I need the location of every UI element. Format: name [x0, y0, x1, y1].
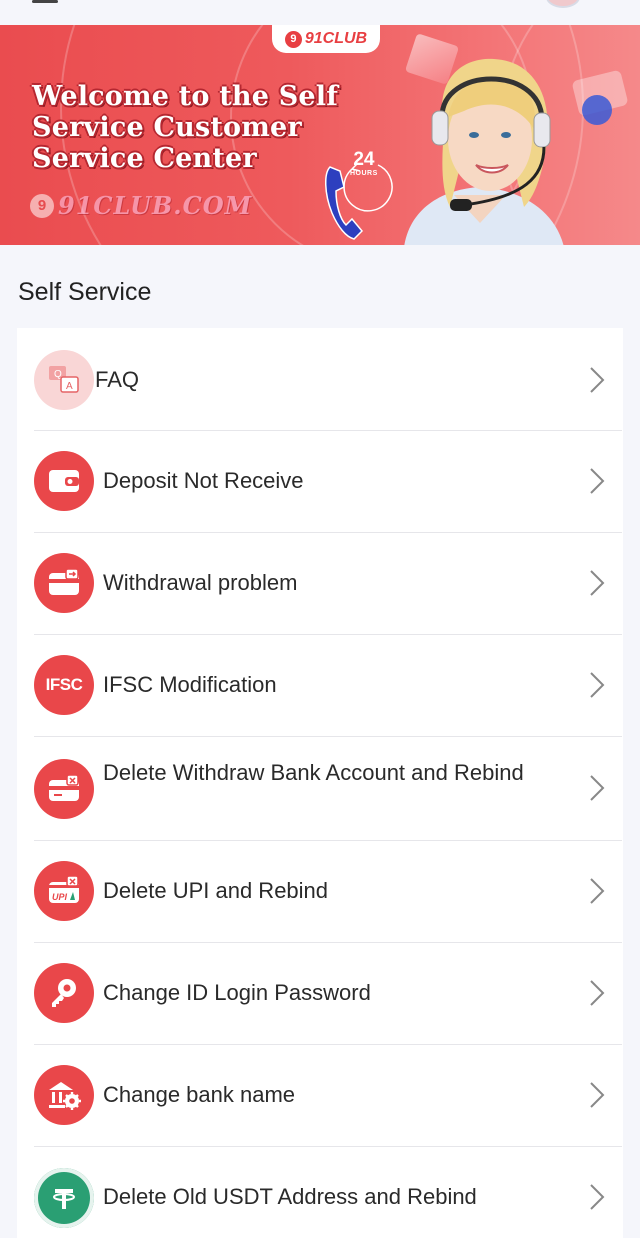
ifsc-icon: IFSC [34, 655, 94, 715]
list-item-delete-usdt[interactable]: Delete Old USDT Address and Rebind [34, 1146, 622, 1238]
list-item-label: Withdrawal problem [103, 570, 298, 595]
domain-watermark: 9 91CLUB.COM [30, 191, 252, 220]
list-item-withdrawal[interactable]: Withdrawal problem [34, 532, 622, 635]
chevron-right-icon[interactable] [586, 773, 608, 803]
wallet-icon [34, 451, 94, 511]
chevron-right-icon[interactable] [586, 670, 608, 700]
chevron-right-icon[interactable] [586, 1080, 608, 1110]
chevron-right-icon[interactable] [586, 568, 608, 598]
list-item-label: Change ID Login Password [103, 980, 371, 1005]
support-agent-image [404, 58, 564, 245]
list-item-deposit[interactable]: Deposit Not Receive [34, 430, 622, 533]
list-item-label: Delete Withdraw Bank Account and Rebind [103, 760, 524, 785]
decorative-ball [582, 95, 612, 125]
banner-title-line: Service Customer [32, 112, 302, 143]
menu-icon[interactable] [32, 0, 58, 3]
list-item-change-password[interactable]: Change ID Login Password [34, 942, 622, 1045]
card-arrow-icon [34, 553, 94, 613]
list-item-change-bank-name[interactable]: Change bank name [34, 1044, 622, 1147]
chevron-right-icon[interactable] [586, 1182, 608, 1212]
upi-delete-icon: UPI [34, 861, 94, 921]
chevron-right-icon[interactable] [586, 978, 608, 1008]
list-item-delete-bank[interactable]: Delete Withdraw Bank Account and Rebind [34, 736, 622, 841]
avatar[interactable] [546, 0, 580, 8]
key-icon [34, 963, 94, 1023]
svg-text:A: A [66, 381, 73, 392]
chevron-right-icon[interactable] [586, 876, 608, 906]
usdt-icon [34, 1168, 94, 1228]
section-title: Self Service [18, 278, 152, 306]
faq-icon: Q A [34, 350, 94, 410]
list-item-label: IFSC Modification [103, 672, 277, 697]
top-nav-bar [0, 0, 640, 25]
svg-text:UPI: UPI [52, 892, 68, 902]
brand-logo: 9 91CLUB [272, 25, 380, 53]
list-item-label: Deposit Not Receive [103, 468, 304, 493]
domain-text: 91CLUB.COM [58, 191, 253, 220]
brand-name: 91CLUB [304, 30, 368, 47]
list-item-label: Delete UPI and Rebind [103, 878, 329, 903]
banner-title-line: Welcome to the Self [32, 81, 339, 112]
chevron-right-icon[interactable] [586, 466, 608, 496]
self-service-list: Q A FAQ Deposit Not Receive Withdrawal p… [17, 328, 623, 1238]
list-item-ifsc[interactable]: IFSC IFSC Modification [34, 634, 622, 737]
welcome-banner: 9 91CLUB Welcome to the Self Service Cus… [0, 25, 640, 245]
list-item-label: Delete Old USDT Address and Rebind [103, 1184, 477, 1209]
card-delete-icon [34, 759, 94, 819]
list-item-label: FAQ [95, 367, 140, 392]
bank-gear-icon [34, 1065, 94, 1125]
list-item-delete-upi[interactable]: UPI Delete UPI and Rebind [34, 840, 622, 943]
list-item-faq[interactable]: Q A FAQ [34, 328, 622, 431]
chevron-right-icon[interactable] [586, 365, 608, 395]
list-item-label: Change bank name [103, 1082, 296, 1107]
